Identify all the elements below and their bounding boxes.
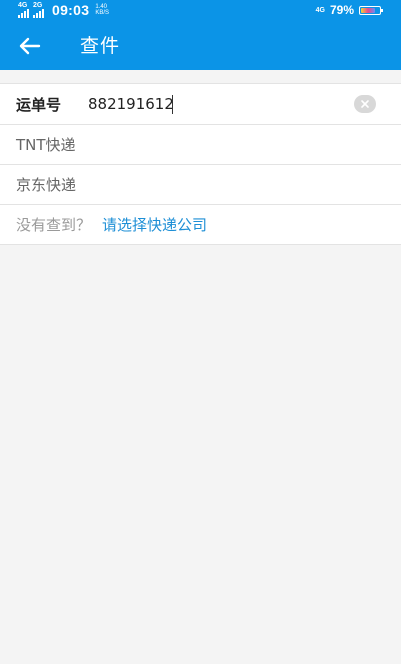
signal-strength-1: 4G xyxy=(18,2,29,18)
network-type-label: 4G xyxy=(18,2,28,9)
signal-bars-icon xyxy=(18,9,29,18)
company-item-tnt[interactable]: TNT快递 xyxy=(0,125,401,165)
network-type-label: 2G xyxy=(33,2,43,9)
waybill-row: 运单号 xyxy=(0,84,401,125)
battery-icon xyxy=(359,5,383,15)
query-panel: 运单号 TNT快递 京东快递 没有查到？ 请选择快递公司 xyxy=(0,83,401,245)
battery-percent: 79% xyxy=(329,3,354,17)
company-name: TNT快递 xyxy=(16,136,76,154)
clear-circle-icon xyxy=(361,100,369,108)
company-name: 京东快递 xyxy=(16,176,77,194)
status-bar: 4G 2G 09:03 1.40 KB/S 4G 79% xyxy=(0,0,401,22)
mobile-data-label: 4G xyxy=(315,6,325,14)
not-found-hint: 没有查到？ xyxy=(16,216,92,234)
not-found-row: 没有查到？ 请选择快递公司 xyxy=(0,205,401,245)
select-company-link[interactable]: 请选择快递公司 xyxy=(102,214,207,235)
network-speed-unit: KB/S xyxy=(95,10,109,16)
arrow-left-icon xyxy=(19,37,41,55)
signal-strength-2: 2G xyxy=(33,2,44,18)
back-button[interactable] xyxy=(12,32,48,60)
signal-bars-icon xyxy=(33,9,44,18)
network-speed: 1.40 KB/S xyxy=(95,4,109,17)
page-title: 查件 xyxy=(80,35,121,57)
waybill-label: 运单号 xyxy=(16,95,62,114)
text-cursor xyxy=(172,94,173,114)
waybill-number-input[interactable] xyxy=(88,95,172,113)
app-bar: 查件 xyxy=(0,22,401,70)
clear-button[interactable] xyxy=(354,95,376,113)
company-item-jd[interactable]: 京东快递 xyxy=(0,165,401,205)
clock: 09:03 xyxy=(52,2,90,18)
